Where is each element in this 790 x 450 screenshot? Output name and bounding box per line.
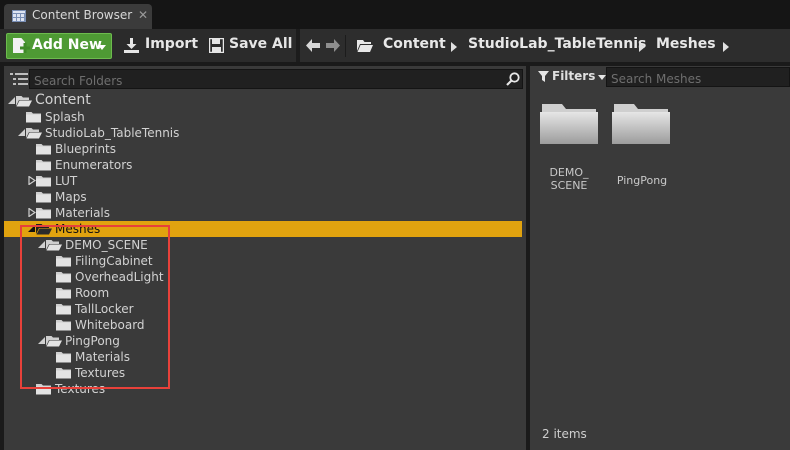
folder-icon: [36, 192, 51, 203]
asset-demo-scene[interactable]: DEMO_ SCENE: [540, 102, 600, 192]
tree-item[interactable]: Maps: [4, 189, 522, 205]
plus-icon: [20, 43, 30, 53]
asset-label: PingPong: [616, 174, 668, 187]
close-icon[interactable]: ✕: [138, 8, 148, 22]
tab-content-browser[interactable]: Content Browser ✕: [4, 4, 152, 29]
tree-view-icon[interactable]: [10, 72, 28, 86]
toolbar: Add New Import Save All Content StudioLa…: [0, 29, 790, 62]
tree-item-label: Blueprints: [55, 142, 117, 156]
item-count: 2 items: [542, 427, 587, 441]
nav-divider: [345, 35, 346, 57]
folder-icon: [26, 112, 41, 123]
folder-icon: [36, 144, 51, 155]
tree-item-label: Enumerators: [55, 158, 133, 172]
asset-label: DEMO_ SCENE: [549, 166, 589, 192]
chevron-down-icon: [598, 75, 606, 80]
tree-item-label: StudioLab_TableTennis: [45, 126, 180, 140]
expanded-arrow-icon[interactable]: [8, 96, 16, 105]
search-folders-input[interactable]: [30, 72, 522, 90]
tab-title: Content Browser: [32, 8, 133, 22]
search-meshes-input[interactable]: [607, 70, 789, 88]
chevron-down-icon: [98, 45, 106, 50]
collapsed-arrow-icon[interactable]: [28, 208, 36, 217]
highlight-box: [20, 225, 170, 389]
filters-label: Filters: [552, 69, 596, 83]
back-arrow-icon[interactable]: [306, 39, 320, 52]
tree-item[interactable]: Materials: [4, 205, 522, 221]
content-browser-icon: [12, 10, 26, 22]
folder-icon: [36, 176, 51, 187]
tree-item[interactable]: StudioLab_TableTennis: [4, 125, 522, 141]
import-button[interactable]: Import: [124, 35, 198, 57]
chevron-right-icon[interactable]: [639, 42, 645, 52]
folder-icon: [612, 104, 670, 144]
tree-item[interactable]: Enumerators: [4, 157, 522, 173]
import-icon: [124, 38, 139, 53]
tree-item-label: Splash: [45, 110, 85, 124]
forward-arrow-icon[interactable]: [326, 39, 340, 52]
breadcrumb-content[interactable]: Content: [383, 36, 446, 52]
breadcrumb-meshes[interactable]: Meshes: [656, 36, 716, 52]
folder-icon: [540, 104, 598, 144]
chevron-right-icon[interactable]: [451, 42, 457, 52]
add-new-button[interactable]: Add New: [6, 33, 112, 59]
folder-icon: [357, 40, 373, 52]
expanded-arrow-icon[interactable]: [18, 128, 26, 137]
tree-item[interactable]: Content: [4, 92, 522, 109]
collapsed-arrow-icon[interactable]: [28, 176, 36, 185]
save-icon: [209, 38, 224, 53]
asset-pingpong[interactable]: PingPong: [612, 102, 676, 192]
toolbar-divider: [296, 29, 300, 62]
save-all-button[interactable]: Save All: [209, 35, 293, 57]
chevron-right-icon[interactable]: [723, 42, 729, 52]
tree-item[interactable]: Splash: [4, 109, 522, 125]
asset-view-panel: Filters DEMO_ SCENE PingPong 2 items: [530, 66, 790, 450]
import-label: Import: [145, 36, 199, 52]
save-all-label: Save All: [229, 36, 293, 52]
tree-item-label: Maps: [55, 190, 87, 204]
open-folder-icon: [26, 128, 42, 139]
folder-icon: [36, 208, 51, 219]
tree-item[interactable]: Blueprints: [4, 141, 522, 157]
breadcrumb-studiolab[interactable]: StudioLab_TableTennis: [468, 36, 646, 52]
open-folder-icon: [16, 96, 32, 107]
tab-strip: Content Browser ✕: [0, 0, 790, 29]
folder-search: [29, 69, 523, 90]
tree-item-label: Materials: [55, 206, 111, 220]
toolbar-actions: Add New Import Save All: [0, 29, 296, 62]
tree-item-label: LUT: [55, 174, 78, 188]
filter-icon: [538, 71, 549, 82]
search-icon[interactable]: [506, 72, 520, 86]
tree-item[interactable]: LUT: [4, 173, 522, 189]
folder-icon: [36, 160, 51, 171]
tree-item-label: Content: [35, 92, 91, 108]
add-new-label: Add New: [32, 37, 102, 53]
asset-search: [606, 67, 790, 88]
